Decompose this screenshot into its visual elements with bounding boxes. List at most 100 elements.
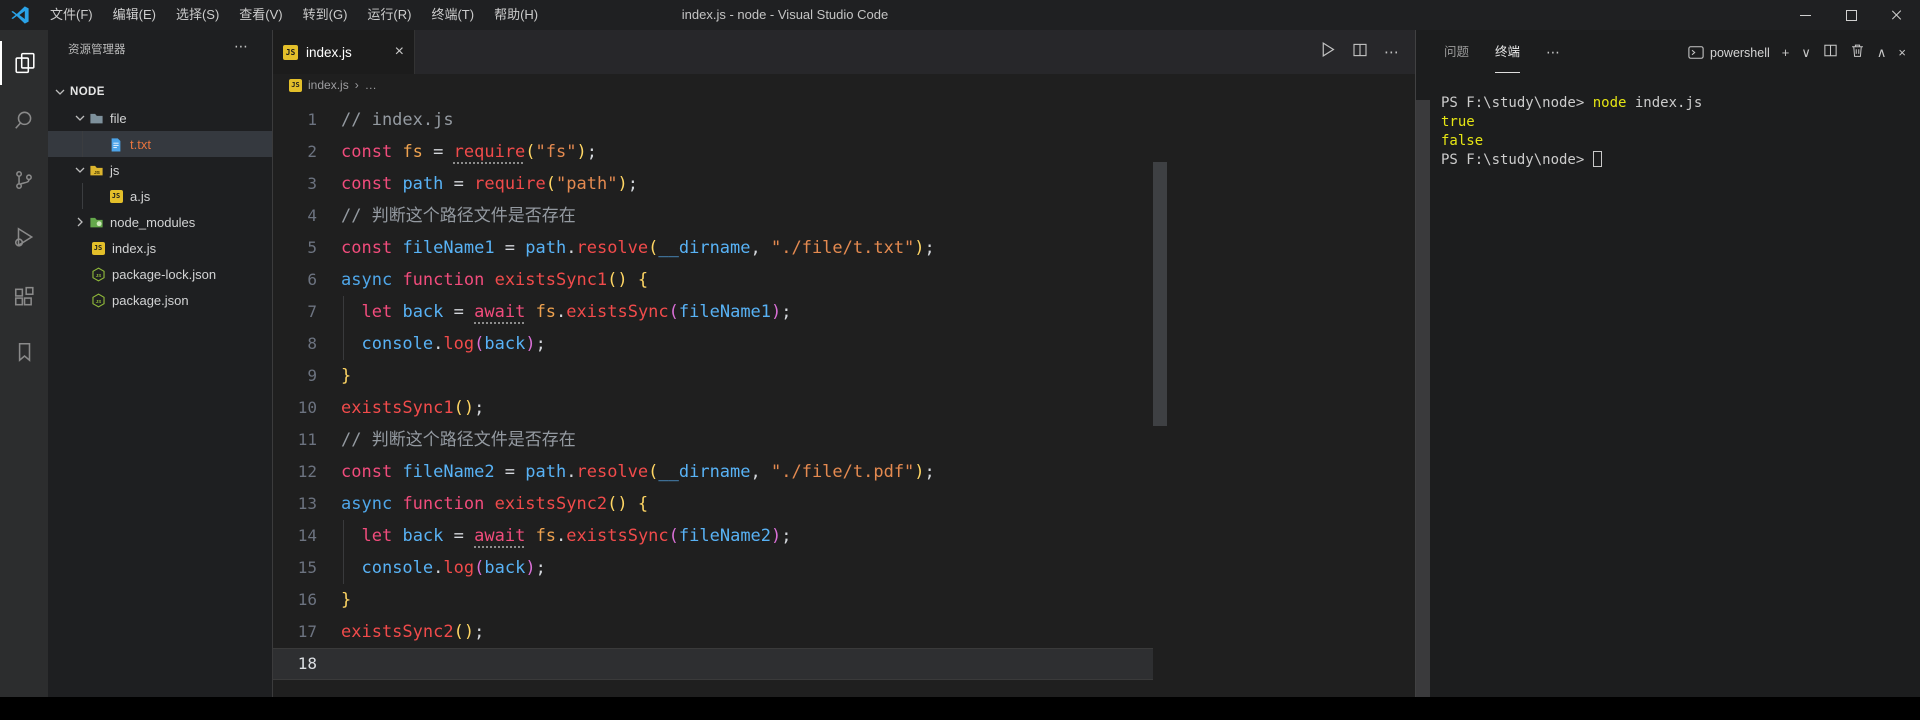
line-number[interactable]: 5: [273, 232, 317, 264]
code-line-1[interactable]: 1// index.js: [273, 104, 1415, 136]
terminal-output[interactable]: PS F:\study\node> node index.js true false…: [1441, 94, 1916, 170]
tree-item-a.js[interactable]: JS a.js: [48, 183, 272, 209]
menu-file[interactable]: 文件(F): [40, 0, 103, 30]
code-line-13[interactable]: 13 async function existsSync2() {: [273, 488, 1415, 520]
editor-tab-bar: JS index.js × ⋯: [273, 30, 1415, 74]
extensions-icon[interactable]: [0, 275, 48, 319]
tree-section-node[interactable]: NODE: [48, 80, 272, 104]
explorer-title: 资源管理器: [68, 44, 126, 56]
code-line-17[interactable]: 17 existsSync2();: [273, 616, 1415, 648]
line-number[interactable]: 11: [273, 424, 317, 456]
chevron-down-icon: [72, 110, 88, 126]
breadcrumb-separator: ›: [354, 78, 359, 92]
new-terminal-button[interactable]: +: [1782, 45, 1790, 60]
line-number[interactable]: 18: [273, 649, 317, 679]
explorer-sidebar: 资源管理器 ⋯ NODE file t.txt JS js JS a.js node_mod…: [48, 30, 272, 697]
search-icon[interactable]: [0, 98, 48, 142]
menu-bar: 文件(F) 编辑(E) 选择(S) 查看(V) 转到(G) 运行(R) 终端(T…: [40, 0, 548, 30]
code-line-7[interactable]: 7 let back = await fs.existsSync(fileNam…: [273, 296, 1415, 328]
line-number[interactable]: 1: [273, 104, 317, 136]
tree-item-file[interactable]: file: [48, 105, 272, 131]
explorer-more-icon[interactable]: ⋯: [234, 38, 248, 55]
shell-selector[interactable]: powershell: [1688, 45, 1770, 60]
menu-run[interactable]: 运行(R): [357, 0, 421, 30]
line-number[interactable]: 2: [273, 136, 317, 168]
activity-bar: [0, 30, 48, 697]
bookmarks-icon[interactable]: [0, 330, 48, 374]
tree-item-label: t.txt: [130, 136, 151, 152]
run-debug-icon[interactable]: [0, 215, 48, 259]
menu-selection[interactable]: 选择(S): [166, 0, 229, 30]
tree-item-t.txt[interactable]: t.txt: [48, 131, 272, 157]
code-line-5[interactable]: 5 const fileName1 = path.resolve(__dirnam…: [273, 232, 1415, 264]
panel-more-icon[interactable]: ⋯: [1546, 44, 1560, 61]
tree-item-node_modules[interactable]: node_modules: [48, 209, 272, 235]
code-line-14[interactable]: 14 let back = await fs.existsSync(fileNa…: [273, 520, 1415, 552]
js-file-icon: JS: [289, 78, 302, 92]
line-number[interactable]: 12: [273, 456, 317, 488]
tree-item-package-lock.json[interactable]: JS package-lock.json: [48, 261, 272, 287]
code-line-3[interactable]: 3 const path = require("path");: [273, 168, 1415, 200]
menu-terminal[interactable]: 终端(T): [421, 0, 484, 30]
tab-label: index.js: [306, 44, 352, 60]
line-number[interactable]: 6: [273, 264, 317, 296]
line-number[interactable]: 7: [273, 296, 317, 328]
explorer-header: 资源管理器 ⋯: [48, 30, 272, 66]
menu-help[interactable]: 帮助(H): [484, 0, 548, 30]
menu-goto[interactable]: 转到(G): [293, 0, 358, 30]
line-number[interactable]: 14: [273, 520, 317, 552]
code-line-6[interactable]: 6 async function existsSync1() {: [273, 264, 1415, 296]
line-number[interactable]: 3: [273, 168, 317, 200]
source-control-icon[interactable]: [0, 158, 48, 202]
line-number[interactable]: 15: [273, 552, 317, 584]
line-number[interactable]: 16: [273, 584, 317, 616]
shell-name: powershell: [1710, 45, 1770, 60]
tab-problems[interactable]: 问题: [1444, 30, 1469, 75]
code-line-11[interactable]: 11// 判断这个路径文件是否存在: [273, 424, 1415, 456]
explorer-icon[interactable]: [0, 41, 48, 85]
code-line-10[interactable]: 10 existsSync1();: [273, 392, 1415, 424]
kill-terminal-icon[interactable]: [1850, 43, 1865, 63]
code-line-9[interactable]: 9}: [273, 360, 1415, 392]
menu-view[interactable]: 查看(V): [229, 0, 292, 30]
bottom-black-strip: [0, 697, 1920, 720]
terminal-line: true: [1441, 114, 1475, 130]
breadcrumb-more[interactable]: …: [365, 78, 377, 92]
code-editor[interactable]: 1// index.js 2 const fs = require("fs"); 3 c…: [273, 96, 1415, 697]
line-number[interactable]: 17: [273, 616, 317, 648]
minimize-button[interactable]: [1782, 0, 1828, 30]
code-line-4[interactable]: 4// 判断这个路径文件是否存在: [273, 200, 1415, 232]
code-line-15[interactable]: 15 console.log(back);: [273, 552, 1415, 584]
tab-index-js[interactable]: JS index.js ×: [273, 30, 415, 74]
editor-scrollbar[interactable]: [1153, 162, 1167, 426]
line-number[interactable]: 13: [273, 488, 317, 520]
restore-button[interactable]: [1828, 0, 1874, 30]
tree-item-js[interactable]: JS js: [48, 157, 272, 183]
line-number[interactable]: 9: [273, 360, 317, 392]
tab-terminal[interactable]: 终端: [1495, 30, 1521, 75]
tab-close-icon[interactable]: ×: [395, 44, 404, 60]
tree-item-index.js[interactable]: JS index.js: [48, 235, 272, 261]
maximize-panel-icon[interactable]: ∧: [1877, 45, 1887, 61]
code-line-18[interactable]: 18: [273, 648, 1153, 680]
tree-item-package.json[interactable]: JS package.json: [48, 287, 272, 313]
editor-more-icon[interactable]: ⋯: [1384, 43, 1399, 61]
run-file-button[interactable]: [1319, 41, 1336, 63]
panel-scrollbar[interactable]: [1416, 100, 1430, 697]
line-number[interactable]: 4: [273, 200, 317, 232]
close-panel-icon[interactable]: ×: [1898, 45, 1906, 60]
code-line-16[interactable]: 16}: [273, 584, 1415, 616]
terminal-dropdown-icon[interactable]: ∨: [1801, 45, 1811, 61]
close-window-button[interactable]: [1874, 0, 1920, 30]
panel-header: 问题 终端 ⋯ powershell + ∨ ∧ ×: [1416, 30, 1920, 75]
line-number[interactable]: 10: [273, 392, 317, 424]
split-terminal-button[interactable]: [1823, 43, 1838, 63]
code-line-2[interactable]: 2 const fs = require("fs");: [273, 136, 1415, 168]
code-line-8[interactable]: 8 console.log(back);: [273, 328, 1415, 360]
code-line-12[interactable]: 12 const fileName2 = path.resolve(__dirna…: [273, 456, 1415, 488]
menu-edit[interactable]: 编辑(E): [103, 0, 166, 30]
svg-text:JS: JS: [95, 298, 101, 303]
breadcrumb-file[interactable]: index.js: [308, 78, 349, 92]
split-editor-button[interactable]: [1352, 42, 1368, 63]
line-number[interactable]: 8: [273, 328, 317, 360]
